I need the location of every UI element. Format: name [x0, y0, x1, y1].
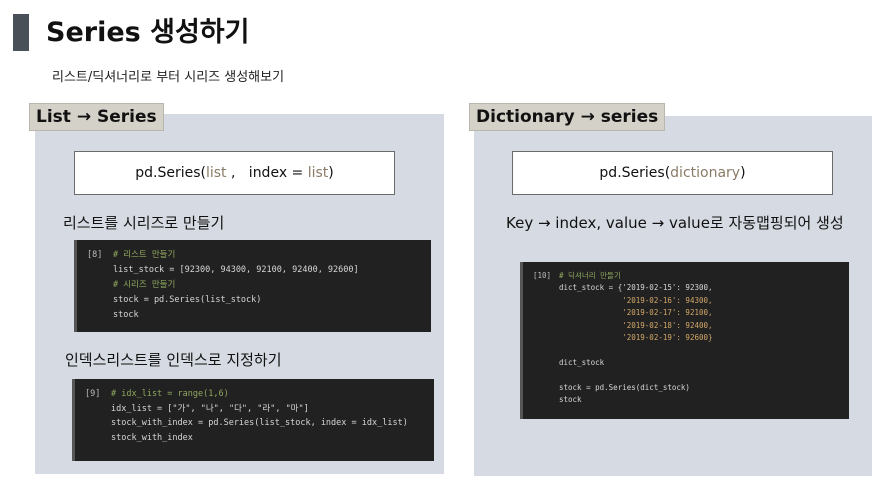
slide-title: Series 생성하기 — [46, 17, 250, 48]
code-line: stock = pd.Series(dict_stock) — [559, 382, 690, 392]
cell-prompt: [10] — [533, 271, 552, 280]
cell-prompt: [9] — [85, 389, 101, 399]
code-line: idx_list = ["가", "나", "다", "라", "마"] — [111, 403, 309, 414]
code-line: stock — [559, 395, 582, 405]
dictionary-panel-label: Dictionary → series — [469, 103, 666, 131]
list-caption: 리스트를 시리즈로 만들기 — [63, 214, 225, 232]
formula-arg-list: list — [205, 165, 227, 181]
formula-close: ) — [328, 165, 334, 181]
code-line: '2019-02-17': 92100, — [559, 308, 713, 318]
code-line: '2019-02-19': 92600} — [559, 333, 713, 343]
code-line: '2019-02-16': 94300, — [559, 295, 713, 305]
index-caption: 인덱스리스트를 인덱스로 지정하기 — [65, 351, 282, 369]
code-cell-9: [9] # idx_list = range(1,6) idx_list = ["… — [72, 379, 434, 461]
list-panel-label: List → Series — [29, 103, 164, 131]
code-line: stock — [113, 310, 139, 320]
list-formula-box: pd.Series(list , index = list) — [74, 151, 395, 195]
formula-fn: pd.Series( — [135, 165, 206, 181]
code-line: stock = pd.Series(list_stock) — [113, 295, 262, 305]
code-line: dict_stock = {'2019-02-15': 92300, — [559, 283, 713, 293]
code-line: # 시리즈 만들기 — [113, 280, 176, 290]
code-line: stock_with_index = pd.Series(list_stock,… — [111, 418, 408, 428]
code-line: # 리스트 만들기 — [113, 250, 176, 260]
code-line: dict_stock — [559, 357, 605, 367]
title-accent-bar — [13, 14, 29, 51]
formula-close: ) — [740, 165, 746, 181]
code-line: # 딕셔너리 만들기 — [559, 271, 621, 280]
code-line: stock_with_index — [111, 432, 193, 443]
code-line: # idx_list = range(1,6) — [111, 389, 229, 399]
code-cell-8: [8] # 리스트 만들기 list_stock = [92300, 94300,… — [74, 240, 431, 332]
dict-caption: Key → index, value → value로 자동맵핑되어 생성 — [506, 214, 844, 232]
formula-arg-index: list — [307, 165, 329, 181]
slide-subtitle: 리스트/딕셔너리로 부터 시리즈 생성해보기 — [52, 70, 285, 85]
dict-formula-box: pd.Series(dictionary) — [512, 151, 833, 195]
formula-fn: pd.Series( — [599, 165, 671, 181]
cell-prompt: [8] — [87, 250, 103, 260]
code-line: '2019-02-18': 92400, — [559, 320, 713, 330]
code-cell-10: [10] # 딕셔너리 만들기 dict_stock = {'2019-02-15… — [520, 262, 849, 419]
code-line: list_stock = [92300, 94300, 92100, 92400… — [113, 265, 359, 275]
formula-arg-dictionary: dictionary — [670, 165, 741, 181]
formula-sep: , index = — [226, 165, 308, 181]
